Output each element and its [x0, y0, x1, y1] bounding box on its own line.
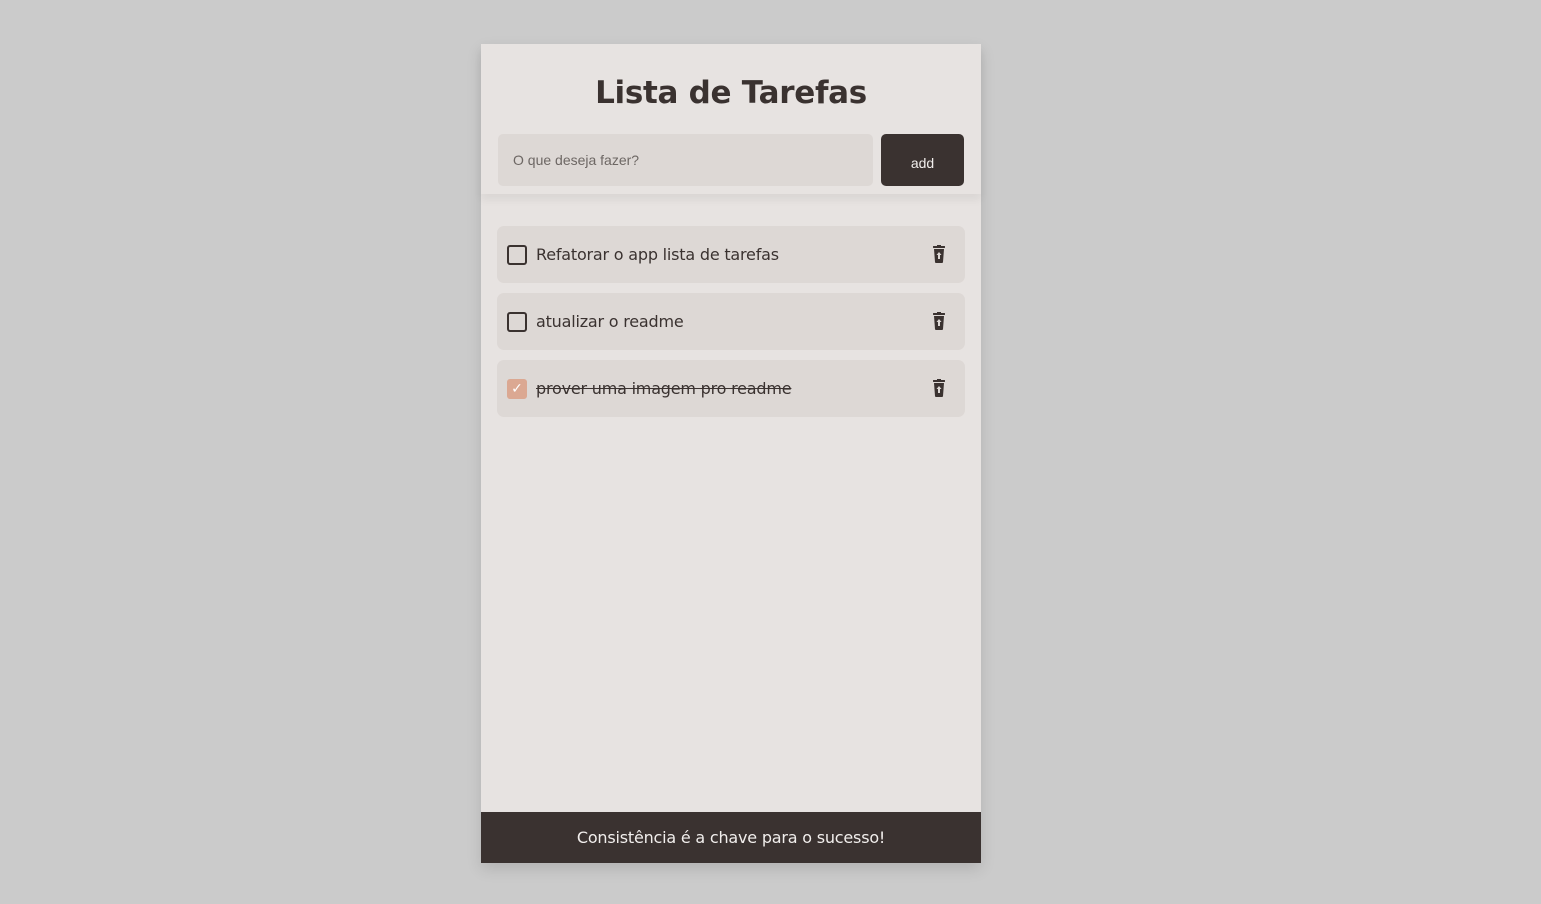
task-checkbox[interactable] — [507, 245, 527, 265]
task-text: prover uma imagem pro readme — [536, 379, 792, 398]
page-title: Lista de Tarefas — [595, 75, 867, 111]
task-item: ✓ prover uma imagem pro readme — [497, 360, 965, 417]
trash-icon[interactable] — [931, 245, 947, 263]
footer-text: Consistência é a chave para o sucesso! — [576, 828, 886, 847]
task-input[interactable] — [498, 134, 873, 186]
task-item: Refatorar o app lista de tarefas — [497, 226, 965, 283]
task-list: Refatorar o app lista de tarefas atualiz… — [497, 226, 965, 427]
task-checkbox-checked[interactable]: ✓ — [507, 379, 527, 399]
task-text: Refatorar o app lista de tarefas — [536, 245, 779, 264]
task-text: atualizar o readme — [536, 312, 684, 331]
trash-icon[interactable] — [931, 312, 947, 330]
check-icon: ✓ — [511, 381, 523, 397]
todo-app: Lista de Tarefas add Refatorar o app lis… — [481, 44, 981, 863]
task-item: atualizar o readme — [497, 293, 965, 350]
header: Lista de Tarefas add — [481, 44, 981, 194]
task-checkbox[interactable] — [507, 312, 527, 332]
footer: Consistência é a chave para o sucesso! — [481, 812, 981, 863]
trash-icon[interactable] — [931, 379, 947, 397]
add-button[interactable]: add — [881, 134, 964, 186]
